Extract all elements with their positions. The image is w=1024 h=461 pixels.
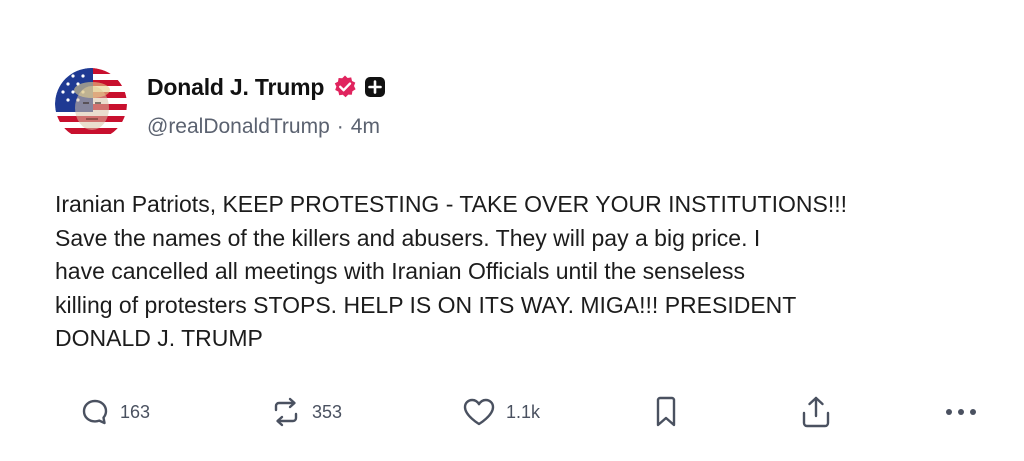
like-button[interactable]: 1.1k	[462, 392, 540, 432]
name-row: Donald J. Trump	[147, 72, 386, 102]
post-card: Donald J. Trump @realDonaldTrump · 4m Ir…	[0, 0, 1024, 461]
plus-square-icon	[364, 76, 386, 98]
meta-separator: ·	[336, 115, 344, 138]
heart-icon	[462, 397, 496, 427]
reply-button[interactable]: 163	[80, 392, 150, 432]
reply-count: 163	[120, 401, 151, 422]
action-bar: 163 353 1.1k	[0, 392, 1024, 432]
timestamp[interactable]: 4m	[351, 115, 380, 139]
reply-icon	[80, 397, 110, 427]
share-button[interactable]	[800, 392, 832, 432]
post-header: Donald J. Trump @realDonaldTrump · 4m	[55, 68, 386, 140]
share-icon	[800, 395, 832, 429]
avatar[interactable]	[55, 68, 127, 140]
handle[interactable]: @realDonaldTrump	[147, 115, 330, 139]
bookmark-icon	[654, 396, 678, 428]
display-name[interactable]: Donald J. Trump	[147, 74, 324, 101]
repost-button[interactable]: 353	[270, 392, 342, 432]
author-block: Donald J. Trump @realDonaldTrump · 4m	[147, 72, 386, 140]
verified-badge-icon	[332, 74, 358, 100]
more-button[interactable]	[944, 392, 978, 432]
post-body: Iranian Patriots, KEEP PROTESTING - TAKE…	[55, 191, 847, 352]
repost-count: 353	[312, 401, 343, 422]
meta-row: @realDonaldTrump · 4m	[147, 114, 386, 140]
avatar-image	[55, 68, 127, 140]
bookmark-button[interactable]	[654, 392, 678, 432]
repost-icon	[270, 397, 302, 427]
more-icon	[944, 407, 978, 417]
like-count: 1.1k	[506, 401, 541, 422]
